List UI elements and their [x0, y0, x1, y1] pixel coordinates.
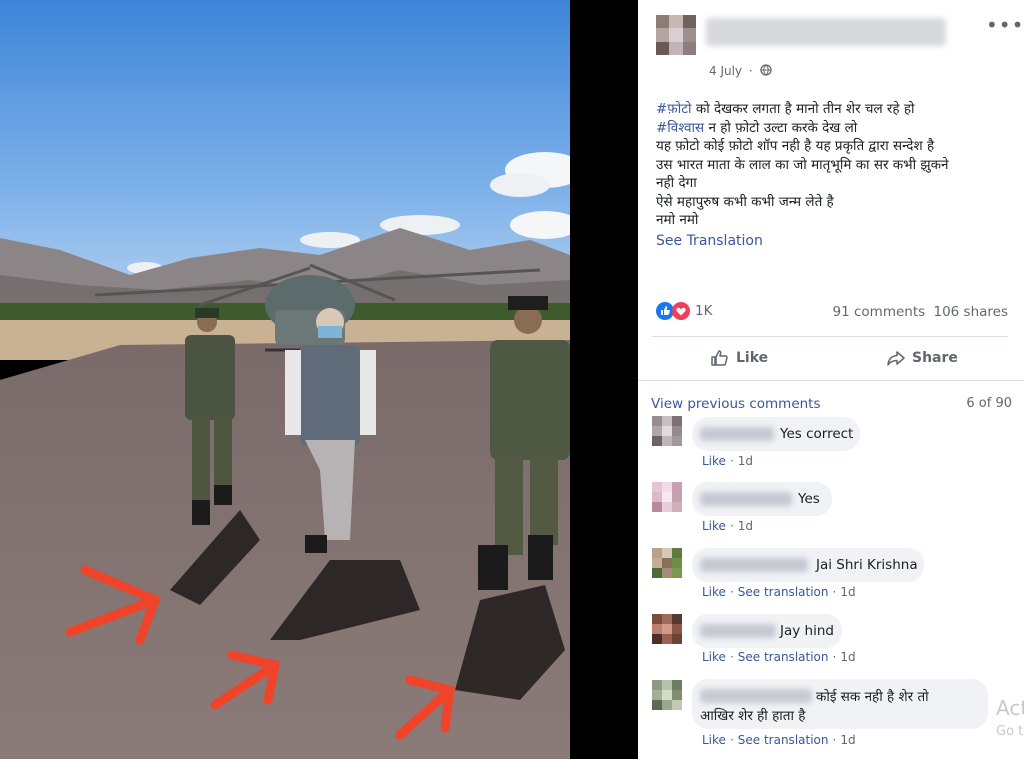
commenter-name-blurred[interactable] — [700, 689, 812, 703]
divider-top — [652, 336, 1008, 337]
comment-text: Yes correct — [780, 426, 854, 442]
photo-scene — [0, 0, 570, 759]
post-line-1: #फ़ोटो को देखकर लगता है मानो तीन शेर चल … — [656, 101, 915, 117]
see-translation-link[interactable]: See Translation — [656, 232, 949, 251]
post-date-row: 4 July · — [709, 64, 772, 78]
reactions-summary[interactable]: 1K — [656, 302, 712, 320]
commenter-avatar[interactable] — [652, 680, 682, 710]
comment-actions: Like · 1d — [702, 519, 754, 533]
author-name-blurred[interactable] — [706, 18, 946, 46]
shares-count[interactable]: 106 shares — [933, 304, 1008, 320]
engagement-counts: 91 comments 106 shares — [833, 304, 1008, 320]
commenter-avatar[interactable] — [652, 482, 682, 512]
comment-text-line1: कोई सक नही है शेर तो — [816, 689, 929, 705]
comment-time[interactable]: 1d — [738, 519, 753, 533]
soldier-left — [185, 308, 235, 525]
commenter-name-blurred[interactable] — [700, 427, 774, 441]
commenter-name-blurred[interactable] — [700, 492, 792, 506]
post-line-4: उस भारत माता के लाल का जो मातृभूमि का सर… — [656, 156, 949, 173]
post-body: #फ़ोटो को देखकर लगता है मानो तीन शेर चल … — [656, 100, 949, 250]
comment-like-link[interactable]: Like — [702, 454, 726, 468]
commenter-avatar[interactable] — [652, 416, 682, 446]
post-line-7: नमो नमो — [656, 212, 699, 228]
comment-text: Jay hind — [780, 623, 834, 639]
share-arrow-icon — [887, 351, 905, 366]
hashtag-photo[interactable]: #फ़ोटो — [656, 101, 692, 117]
commenter-name-blurred[interactable] — [700, 558, 808, 572]
comment-like-link[interactable]: Like — [702, 585, 726, 599]
black-divider — [570, 0, 638, 759]
post-line-2: #विश्वास न हो फ़ोटो उल्टा करके देख लो — [656, 119, 858, 136]
share-button-label: Share — [912, 350, 958, 366]
comment-like-link[interactable]: Like — [702, 519, 726, 533]
comment-see-translation-link[interactable]: See translation — [738, 733, 829, 747]
post-date[interactable]: 4 July — [709, 64, 742, 78]
comment-see-translation-link[interactable]: See translation — [738, 585, 829, 599]
thumbs-up-icon — [711, 350, 728, 366]
post-line-5: नही देगा — [656, 175, 697, 191]
reaction-count: 1K — [695, 303, 713, 319]
comment-time[interactable]: 1d — [840, 585, 855, 599]
comment-time[interactable]: 1d — [738, 454, 753, 468]
post-line-6: ऐसे महापुरुष कभी कभी जन्म लेते है — [656, 193, 834, 210]
commenter-name-blurred[interactable] — [700, 624, 776, 638]
comment-see-translation-link[interactable]: See translation — [738, 650, 829, 664]
commenter-avatar[interactable] — [652, 614, 682, 644]
comment-like-link[interactable]: Like — [702, 733, 726, 747]
love-reaction-icon — [672, 302, 690, 320]
comment-like-link[interactable]: Like — [702, 650, 726, 664]
share-button[interactable]: Share — [886, 348, 958, 368]
comment-time[interactable]: 1d — [840, 733, 855, 747]
comment-text-line2: आखिर शेर ही हाता है — [700, 708, 806, 724]
post-panel: 4 July · ••• #फ़ोटो को देखकर लगता है मान… — [638, 0, 1024, 759]
comment-text: Jai Shri Krishna — [816, 557, 918, 573]
like-button-label: Like — [736, 350, 769, 366]
commenter-avatar[interactable] — [652, 548, 682, 578]
comment-text: Yes — [798, 491, 820, 507]
activate-watermark-subtitle: Go t — [996, 724, 1024, 739]
view-previous-comments[interactable]: View previous comments — [651, 396, 821, 412]
comment-actions: Like · See translation · 1d — [702, 733, 856, 747]
globe-icon — [759, 64, 772, 76]
comment-actions: Like · See translation · 1d — [702, 585, 856, 599]
activate-watermark-title: Act — [996, 696, 1024, 720]
comment-time[interactable]: 1d — [840, 650, 855, 664]
comments-position: 6 of 90 — [966, 396, 1012, 411]
comment-actions: Like · See translation · 1d — [702, 650, 856, 664]
divider-bottom — [638, 380, 1024, 381]
comment-actions: Like · 1d — [702, 454, 754, 468]
more-options-icon[interactable]: ••• — [986, 15, 1024, 35]
post-photo[interactable] — [0, 0, 570, 759]
like-button[interactable]: Like — [710, 348, 768, 368]
author-avatar[interactable] — [656, 15, 696, 55]
comments-count[interactable]: 91 comments — [833, 304, 926, 320]
hashtag-trust[interactable]: #विश्वास — [656, 120, 704, 136]
post-line-3: यह फ़ोटो कोई फ़ोटो शॉप नही है यह प्रकृति… — [656, 138, 935, 154]
